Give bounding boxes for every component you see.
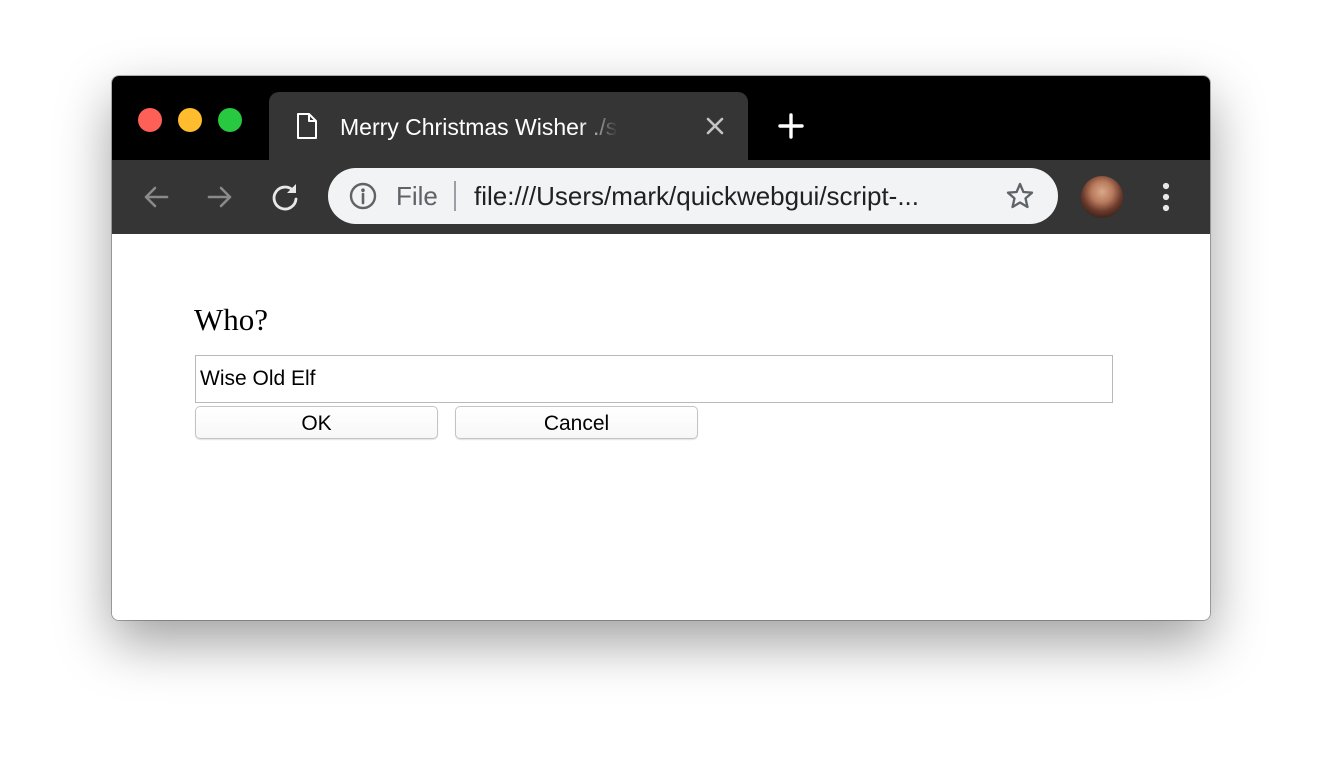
- name-input[interactable]: [195, 355, 1113, 403]
- window-close-button[interactable]: [138, 108, 162, 132]
- browser-tab[interactable]: Merry Christmas Wisher ./script-: [269, 92, 748, 160]
- address-separator: [454, 181, 456, 211]
- star-icon[interactable]: [1005, 181, 1035, 211]
- window-maximize-button[interactable]: [218, 108, 242, 132]
- avatar[interactable]: [1081, 176, 1123, 218]
- info-icon[interactable]: [348, 181, 378, 211]
- tab-title: Merry Christmas Wisher ./script-: [340, 114, 618, 140]
- forward-arrow-icon[interactable]: [204, 181, 236, 213]
- kebab-menu-icon[interactable]: [1152, 180, 1180, 214]
- address-bar[interactable]: File file:///Users/mark/quickwebgui/scri…: [328, 168, 1058, 224]
- url-text[interactable]: file:///Users/mark/quickwebgui/script-..…: [474, 180, 974, 212]
- close-icon[interactable]: [703, 114, 727, 138]
- plus-icon[interactable]: [777, 112, 805, 140]
- title-bar: Merry Christmas Wisher ./script-: [112, 76, 1210, 160]
- back-arrow-icon[interactable]: [140, 181, 172, 213]
- url-scheme-label: File: [396, 181, 438, 211]
- ok-button[interactable]: OK: [195, 406, 438, 439]
- browser-window: Merry Christmas Wisher ./script- Fil: [112, 76, 1210, 620]
- prompt-label: Who?: [194, 302, 269, 337]
- browser-toolbar: File file:///Users/mark/quickwebgui/scri…: [112, 160, 1210, 234]
- page-content: Who? OK Cancel: [112, 234, 1210, 620]
- reload-icon[interactable]: [269, 181, 301, 213]
- document-icon: [297, 113, 317, 139]
- cancel-button[interactable]: Cancel: [455, 406, 698, 439]
- window-minimize-button[interactable]: [178, 108, 202, 132]
